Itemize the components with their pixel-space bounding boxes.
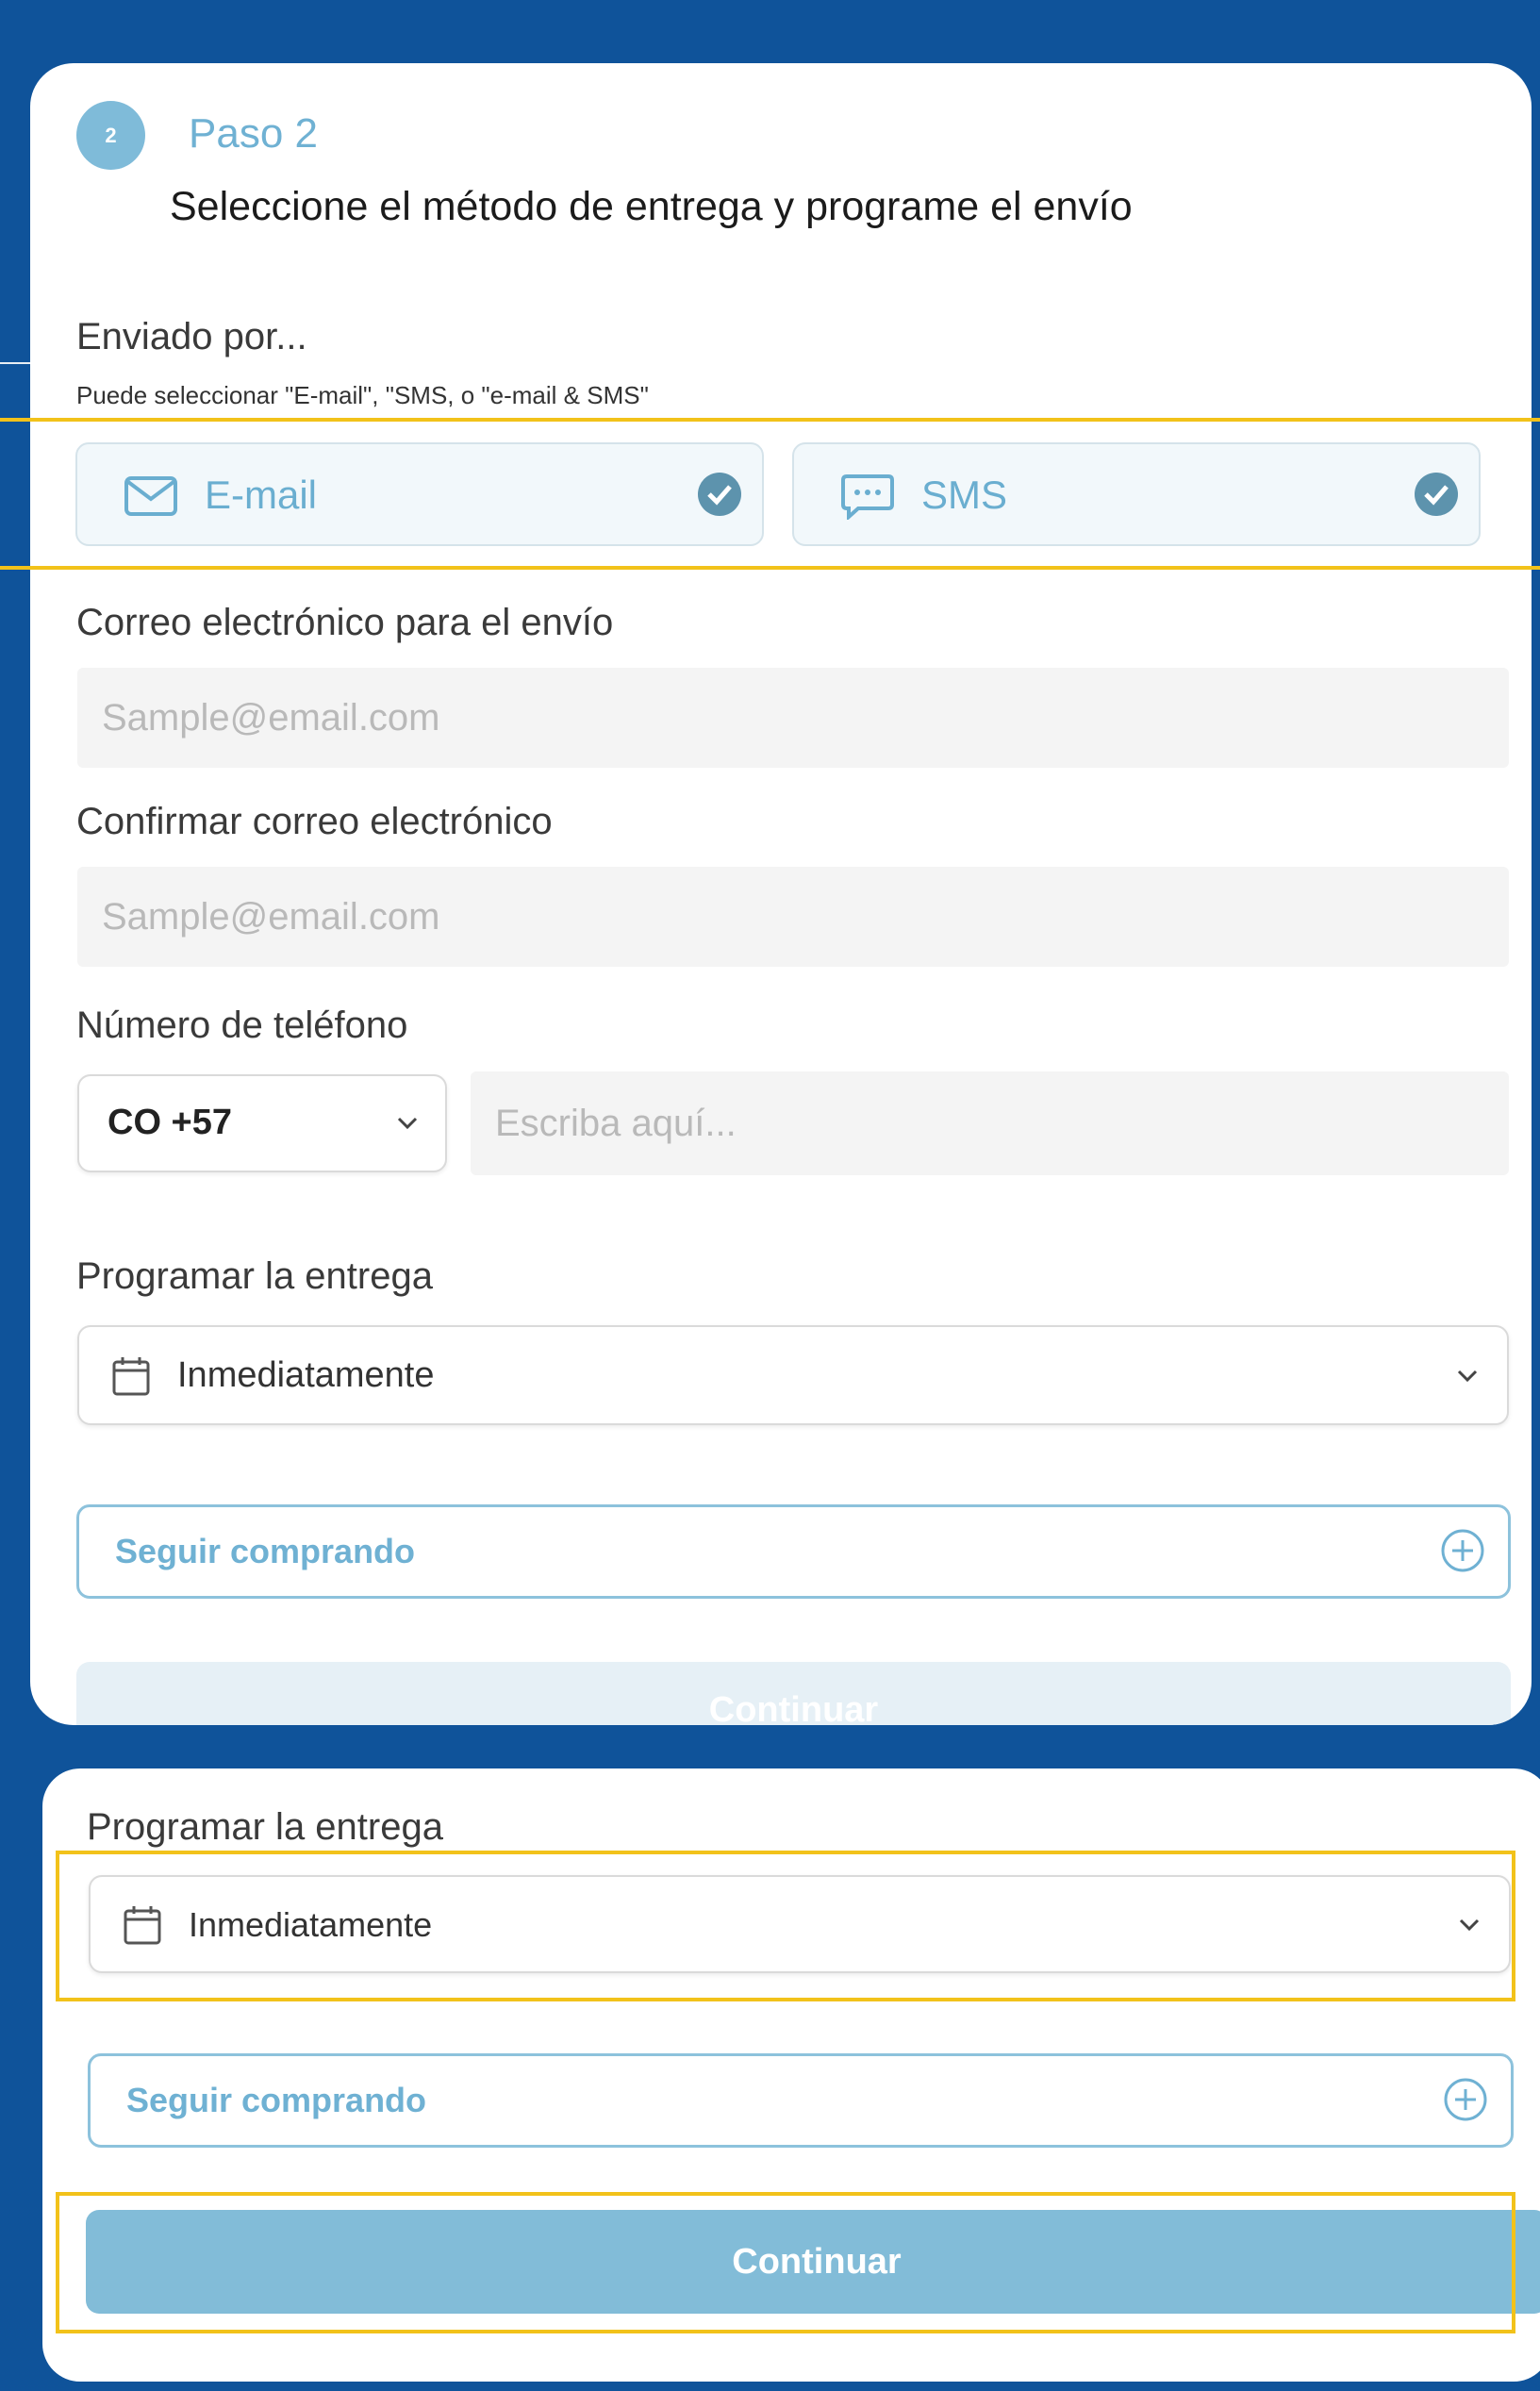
decor-line bbox=[0, 362, 30, 364]
sent-by-hint: Puede seleccionar "E-mail", "SMS, o "e-m… bbox=[76, 381, 649, 409]
email-field[interactable]: Sample@email.com bbox=[77, 668, 1509, 768]
phone-label: Número de teléfono bbox=[76, 1005, 408, 1046]
country-code-select[interactable]: CO +57 bbox=[77, 1074, 447, 1172]
calendar-icon bbox=[112, 1357, 150, 1396]
step-title: Seleccione el método de entrega y progra… bbox=[170, 184, 1133, 229]
plus-circle-icon bbox=[1444, 2078, 1487, 2121]
sms-check-icon bbox=[1415, 473, 1458, 516]
schedule-label: Programar la entrega bbox=[76, 1255, 433, 1297]
sms-method-label: SMS bbox=[921, 473, 1008, 517]
keep-shopping-button[interactable]: Seguir comprando bbox=[88, 2053, 1514, 2148]
chevron-down-icon bbox=[1457, 1370, 1478, 1383]
keep-shopping-label: Seguir comprando bbox=[115, 1532, 416, 1570]
highlight-line-bottom bbox=[0, 566, 1540, 570]
schedule-label: Programar la entrega bbox=[87, 1806, 443, 1848]
confirm-email-label: Confirmar correo electrónico bbox=[76, 801, 553, 842]
highlight-line-top bbox=[0, 418, 1540, 422]
keep-shopping-label: Seguir comprando bbox=[126, 2081, 427, 2119]
sms-method-option[interactable]: SMS bbox=[792, 442, 1481, 546]
schedule-select[interactable]: Inmediatamente bbox=[77, 1325, 1509, 1425]
keep-shopping-button[interactable]: Seguir comprando bbox=[76, 1504, 1511, 1599]
country-code-value: CO +57 bbox=[108, 1103, 233, 1142]
phone-number-field[interactable]: Escriba aquí... bbox=[471, 1071, 1509, 1175]
step2-form-card: 2 Paso 2 Seleccione el método de entrega… bbox=[30, 63, 1532, 1725]
highlight-box-continue bbox=[56, 2192, 1515, 2333]
step-label: Paso 2 bbox=[189, 110, 318, 157]
highlight-box-schedule bbox=[56, 1851, 1515, 2001]
continue-disabled-label: Continuar bbox=[708, 1690, 879, 1725]
email-method-label: E-mail bbox=[205, 473, 318, 517]
chevron-down-icon bbox=[397, 1117, 418, 1130]
plus-circle-icon bbox=[1441, 1529, 1484, 1572]
email-field-label: Correo electrónico para el envío bbox=[76, 602, 614, 643]
email-check-icon bbox=[698, 473, 741, 516]
envelope-icon bbox=[124, 476, 177, 516]
step-number-badge: 2 bbox=[76, 101, 145, 170]
confirm-email-field[interactable]: Sample@email.com bbox=[77, 867, 1509, 967]
chat-bubble-icon bbox=[841, 474, 894, 520]
sent-by-label: Enviado por... bbox=[76, 316, 307, 357]
schedule-value: Inmediatamente bbox=[177, 1355, 435, 1395]
email-method-option[interactable]: E-mail bbox=[75, 442, 764, 546]
continue-button-disabled[interactable]: Continuar bbox=[76, 1662, 1511, 1725]
